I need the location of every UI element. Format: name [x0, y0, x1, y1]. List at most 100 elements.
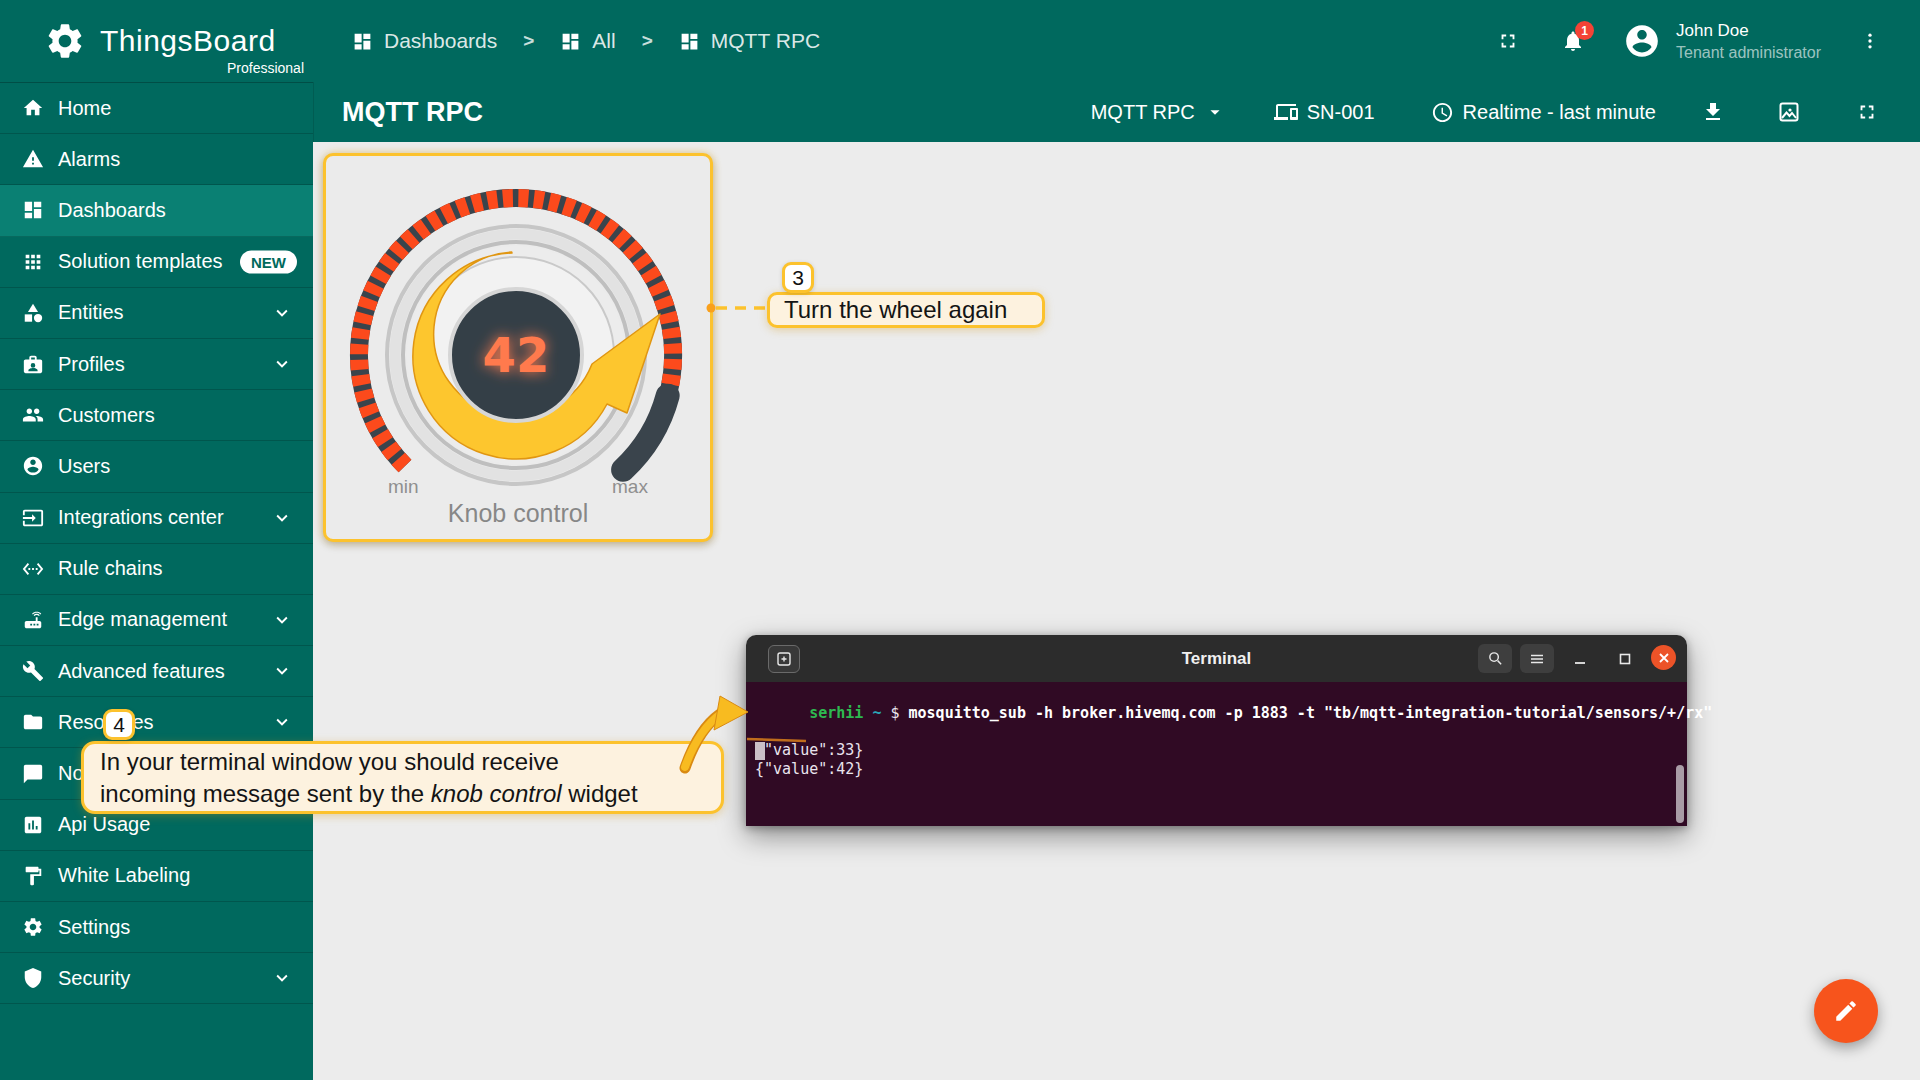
sidebar-item-label: Entities — [58, 301, 124, 324]
sidebar-nav: Home Alarms Dashboards Solution templates NE… — [0, 82, 313, 1080]
sidebar-item-label: Security — [58, 967, 130, 990]
clock-icon — [1431, 101, 1454, 124]
category-icon — [22, 302, 44, 324]
notifications-bell-icon[interactable]: 1 — [1561, 29, 1585, 53]
terminal-titlebar[interactable]: Terminal — [746, 635, 1687, 682]
sidebar-item-solution-templates[interactable]: Solution templates NEW — [0, 237, 313, 288]
folder-icon — [22, 711, 44, 733]
thingsboard-logo-icon — [44, 20, 86, 62]
terminal-content[interactable]: serhii ~ $ mosquitto_sub -h broker.hivem… — [746, 682, 1687, 826]
sidebar-item-label: Customers — [58, 404, 155, 427]
brand-edition: Professional — [186, 60, 304, 76]
terminal-output-line: {"value":33} — [755, 741, 1687, 760]
chevron-down-icon — [271, 507, 293, 529]
terminal-minimize-button[interactable] — [1565, 644, 1595, 673]
brand-logo[interactable]: ThingsBoard Professional — [44, 0, 276, 82]
notification-icon — [22, 763, 44, 785]
terminal-output-line: {"value":42} — [755, 760, 1687, 779]
user-role: Tenant administrator — [1676, 44, 1828, 62]
sidebar-item-label: Rule chains — [58, 557, 163, 580]
edit-fab-button[interactable] — [1814, 979, 1878, 1043]
knob-max-label: max — [612, 476, 648, 498]
step4-arrow — [670, 685, 815, 780]
person-icon — [22, 455, 44, 477]
timewindow-select[interactable]: Realtime - last minute — [1431, 101, 1656, 124]
sidebar-item-label: Edge management — [58, 608, 227, 631]
knob-gauge[interactable]: 42 42 — [326, 156, 710, 501]
shield-icon — [22, 967, 44, 989]
router-icon — [22, 609, 44, 631]
terminal-close-button[interactable] — [1651, 645, 1676, 670]
sidebar-item-label: Users — [58, 455, 110, 478]
terminal-prompt-line: serhii ~ $ mosquitto_sub -h broker.hivem… — [755, 685, 1687, 741]
sidebar-item-label: Dashboards — [58, 199, 166, 222]
terminal-window[interactable]: Terminal serhii ~ $ mosquitto_sub -h bro… — [746, 635, 1687, 826]
breadcrumb-separator: > — [523, 30, 534, 52]
apps-icon — [22, 251, 44, 273]
terminal-menu-button[interactable] — [1520, 644, 1554, 673]
dashboard-toolbar: MQTT RPC MQTT RPC SN-001 Realtime - last… — [313, 82, 1920, 142]
home-icon — [22, 97, 44, 119]
step3-tooltip: Turn the wheel again — [767, 292, 1045, 328]
sidebar-item-label: Solution templates — [58, 250, 223, 273]
knob-min-label: min — [388, 476, 419, 498]
sidebar-item-home[interactable]: Home — [0, 83, 313, 134]
breadcrumb-item-mqtt-rpc[interactable]: MQTT RPC — [679, 29, 820, 53]
dashboard-icon — [560, 31, 581, 52]
terminal-maximize-button[interactable] — [1610, 644, 1640, 673]
chevron-down-icon — [271, 353, 293, 375]
sidebar-item-customers[interactable]: Customers — [0, 390, 313, 441]
chevron-down-icon — [271, 967, 293, 989]
sidebar-item-entities[interactable]: Entities — [0, 288, 313, 339]
sidebar-item-label: White Labeling — [58, 864, 190, 887]
sidebar-item-dashboards[interactable]: Dashboards — [0, 185, 313, 236]
chevron-down-icon — [271, 660, 293, 682]
gear-icon — [22, 916, 44, 938]
people-icon — [22, 404, 44, 426]
sidebar-item-label: Settings — [58, 916, 130, 939]
sidebar-item-rule-chains[interactable]: Rule chains — [0, 544, 313, 595]
badge-icon — [22, 353, 44, 375]
sidebar-item-alarms[interactable]: Alarms — [0, 134, 313, 185]
dashboard-title: MQTT RPC — [342, 97, 483, 128]
pencil-icon — [1833, 998, 1859, 1024]
brand-name: ThingsBoard — [100, 24, 276, 58]
expand-icon[interactable] — [1856, 101, 1878, 123]
terminal-scrollbar[interactable] — [1676, 765, 1684, 823]
sidebar-item-integrations-center[interactable]: Integrations center — [0, 493, 313, 544]
new-badge: NEW — [240, 250, 297, 273]
dashboard-state-select[interactable]: MQTT RPC — [1091, 101, 1226, 124]
top-header: ThingsBoard Professional Dashboards>All>… — [0, 0, 1920, 82]
integration-icon — [22, 507, 44, 529]
terminal-search-button[interactable] — [1478, 644, 1512, 673]
avatar[interactable] — [1623, 22, 1661, 60]
step4-number-badge: 4 — [103, 709, 135, 740]
more-menu-icon[interactable] — [1860, 31, 1880, 51]
user-info[interactable]: John Doe Tenant administrator — [1676, 21, 1828, 62]
step4-tooltip: In your terminal window you should recei… — [81, 741, 724, 814]
sidebar-item-white-labeling[interactable]: White Labeling — [0, 851, 313, 902]
chevron-down-icon — [271, 302, 293, 324]
tools-icon — [22, 660, 44, 682]
device-entity[interactable]: SN-001 — [1274, 100, 1375, 124]
breadcrumb-item-dashboards[interactable]: Dashboards — [352, 29, 497, 53]
sidebar-item-security[interactable]: Security — [0, 953, 313, 1004]
sidebar-item-edge-management[interactable]: Edge management — [0, 595, 313, 646]
sidebar-item-profiles[interactable]: Profiles — [0, 339, 313, 390]
knob-control-widget[interactable]: 42 42 min max Knob control — [323, 153, 713, 542]
paint-icon — [22, 865, 44, 887]
sidebar-item-label: Alarms — [58, 148, 120, 171]
fullscreen-icon[interactable] — [1497, 30, 1519, 52]
sidebar-item-advanced-features[interactable]: Advanced features — [0, 646, 313, 697]
sidebar-item-settings[interactable]: Settings — [0, 902, 313, 953]
sidebar-item-users[interactable]: Users — [0, 441, 313, 492]
image-icon[interactable] — [1777, 100, 1801, 124]
download-icon[interactable] — [1701, 100, 1725, 124]
sidebar-item-label: Integrations center — [58, 506, 224, 529]
user-name: John Doe — [1676, 21, 1828, 41]
dashboard-icon — [22, 199, 44, 221]
breadcrumb: Dashboards>All>MQTT RPC — [352, 0, 820, 82]
breadcrumb-item-all[interactable]: All — [560, 29, 615, 53]
sidebar-item-label: Profiles — [58, 353, 125, 376]
chart-icon — [22, 814, 44, 836]
